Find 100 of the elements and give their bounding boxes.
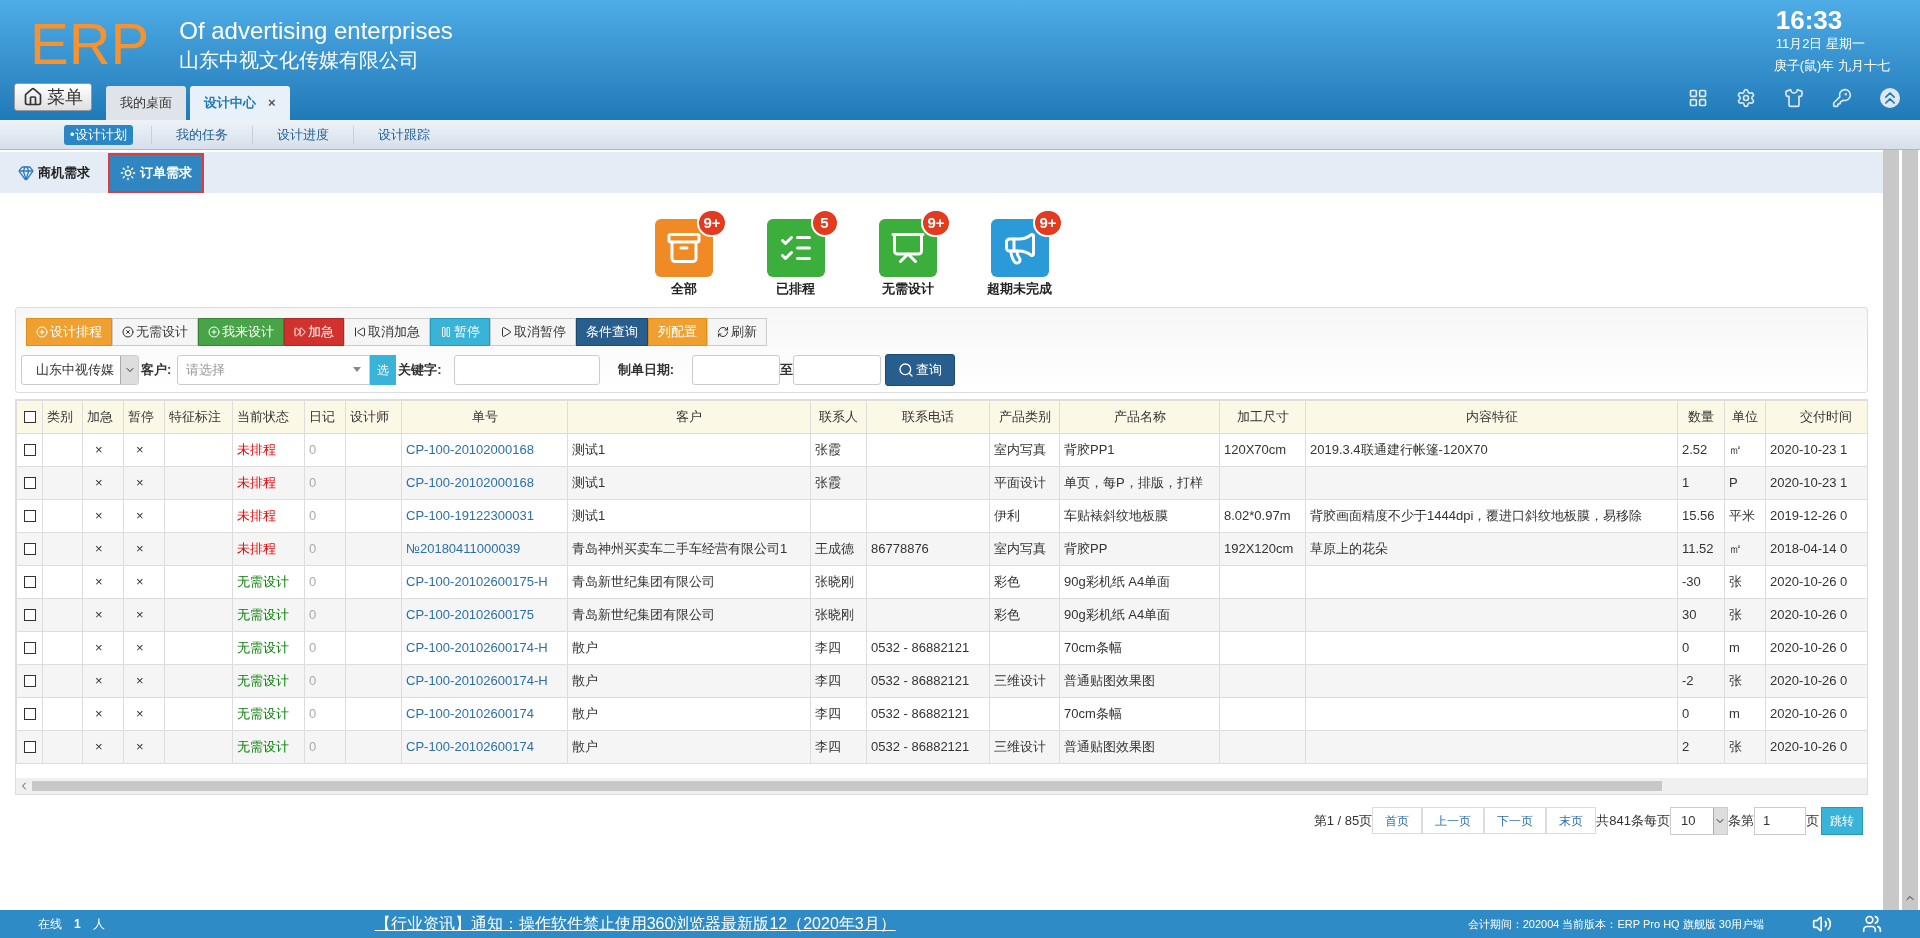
- page-size-select[interactable]: 10: [1670, 806, 1728, 835]
- tab[interactable]: 设计中心 ×: [190, 86, 290, 120]
- users-icon[interactable]: [1862, 914, 1882, 934]
- category-label[interactable]: 已排程: [776, 279, 815, 299]
- vertical-scrollbar[interactable]: [1883, 150, 1899, 910]
- status-text: 未排程: [237, 474, 276, 490]
- page-button[interactable]: 末页: [1546, 807, 1597, 834]
- skip-back-icon: [354, 325, 366, 338]
- toolbar-button[interactable]: 刷新: [707, 317, 767, 346]
- subnav-item[interactable]: •设计计划: [64, 124, 133, 145]
- shirt-icon[interactable]: [1784, 88, 1804, 108]
- checkbox[interactable]: [23, 543, 36, 556]
- table-cell: 0: [1682, 705, 1690, 721]
- table-cell: 0: [309, 507, 317, 523]
- checkbox[interactable]: [23, 609, 36, 622]
- checkbox[interactable]: [23, 510, 36, 523]
- toolbar-button[interactable]: 我来设计: [198, 317, 284, 346]
- toolbar-button[interactable]: 无需设计: [112, 317, 198, 346]
- end-date-field[interactable]: [793, 354, 882, 385]
- toolbar-button[interactable]: 加急: [284, 317, 344, 346]
- page-field[interactable]: 1: [1754, 806, 1806, 835]
- checkbox[interactable]: [23, 477, 36, 490]
- key-icon[interactable]: [1832, 88, 1852, 108]
- page-button[interactable]: 下一页: [1484, 807, 1547, 834]
- table-cell: -2: [1682, 672, 1694, 688]
- menu-button[interactable]: 菜单: [14, 83, 92, 111]
- collapse-icon[interactable]: [1880, 88, 1900, 108]
- search-icon: [898, 361, 915, 378]
- category-label[interactable]: 超期未完成: [987, 279, 1052, 299]
- clock-time: 16:33: [1775, 6, 1844, 34]
- table-cell: 2020-10-23 1: [1770, 441, 1848, 457]
- table-cell: 张: [1729, 573, 1742, 589]
- start-date-field[interactable]: [692, 354, 781, 385]
- table-cell: 青岛新世纪集团有限公司: [572, 573, 715, 589]
- company-select[interactable]: 山东中视传媒: [21, 354, 139, 385]
- pause-icon: [440, 325, 452, 338]
- page-info: 第1 / 85页: [1313, 811, 1373, 830]
- presentation-board-icon: [889, 230, 926, 266]
- table-cell: 70cm条幅: [1064, 639, 1122, 655]
- page-suffix: 页: [1806, 811, 1819, 830]
- checkbox[interactable]: [23, 576, 36, 589]
- checkbox[interactable]: [23, 741, 36, 754]
- checkbox[interactable]: [23, 642, 36, 655]
- table-cell-text: ×: [135, 705, 144, 721]
- table-cell: 普通贴图效果图: [1064, 672, 1155, 688]
- status-text: 无需设计: [237, 738, 289, 754]
- table-cell: 0: [309, 573, 317, 589]
- checkbox[interactable]: [23, 708, 36, 721]
- checkbox[interactable]: [23, 411, 36, 424]
- table-cell: 15.56: [1682, 507, 1715, 523]
- table-cell: 0: [309, 606, 317, 622]
- toolbar-button[interactable]: 取消暂停: [490, 317, 576, 346]
- vertical-scrollbar[interactable]: [1902, 150, 1918, 910]
- table-cell: 2019.3.4联通建行帐篷-120X70: [1310, 441, 1488, 457]
- table-cell: 0532 - 86882121: [871, 705, 970, 721]
- table-cell: 普通贴图效果图: [1064, 738, 1155, 754]
- table-cell: 张: [1729, 738, 1742, 754]
- category-label[interactable]: 全部: [670, 279, 697, 299]
- add-widget-icon[interactable]: [1688, 88, 1708, 108]
- column-header: 暂停: [123, 400, 165, 433]
- settings-icon[interactable]: [1736, 88, 1756, 108]
- table-cell-text: ×: [94, 639, 103, 655]
- horizontal-scrollbar[interactable]: [16, 777, 1867, 794]
- volume-icon[interactable]: [1812, 914, 1832, 934]
- table-cell: 0: [309, 705, 317, 721]
- subtab[interactable]: 商机需求: [8, 154, 100, 191]
- query-button[interactable]: 查询: [885, 353, 956, 386]
- table-cell: 0: [309, 639, 317, 655]
- table-cell: 散户: [572, 672, 598, 688]
- table-cell: -30: [1682, 573, 1701, 589]
- table-cell: 1: [1682, 474, 1690, 490]
- notice-link[interactable]: 【行业资讯】通知：操作软件禁止使用360浏览器最新版12（2020年3月）: [374, 912, 896, 936]
- table-cell: 测试1: [572, 474, 606, 490]
- toolbar-button[interactable]: 条件查询: [576, 317, 648, 346]
- customer-select[interactable]: 请选择: [177, 354, 371, 385]
- page-button[interactable]: 首页: [1372, 807, 1423, 834]
- toolbar-button[interactable]: 取消加急: [344, 317, 430, 346]
- table-cell: 张: [1729, 672, 1742, 688]
- keyword-field[interactable]: [453, 354, 600, 385]
- table-cell: 30: [1682, 606, 1697, 622]
- column-header: 数量: [1677, 400, 1725, 433]
- column-header: 加工尺寸: [1219, 400, 1306, 433]
- page-button[interactable]: 上一页: [1422, 807, 1485, 834]
- subnav-item[interactable]: 设计跟踪: [371, 124, 436, 145]
- subnav-item[interactable]: 设计进度: [270, 124, 335, 145]
- checkbox[interactable]: [23, 675, 36, 688]
- table-cell-text: ×: [94, 573, 103, 589]
- version-info: 会计期间：202004 当前版本：ERP Pro HQ 旗舰版 30用户端: [1467, 916, 1764, 932]
- count-badge: 9+: [697, 209, 727, 237]
- plus-circle-icon: [36, 325, 48, 338]
- category-label[interactable]: 无需设计: [881, 279, 934, 299]
- table-cell-text: ×: [135, 441, 144, 457]
- subtab[interactable]: 订单需求: [110, 154, 202, 191]
- subnav-item[interactable]: 我的任务: [169, 124, 234, 145]
- table-cell-text: ×: [94, 507, 103, 523]
- sun-icon: [120, 164, 136, 181]
- table-cell: 王成德: [815, 540, 854, 556]
- checkbox[interactable]: [23, 444, 36, 457]
- tab[interactable]: 我的桌面: [106, 86, 186, 120]
- close-tab-button[interactable]: ×: [268, 93, 276, 113]
